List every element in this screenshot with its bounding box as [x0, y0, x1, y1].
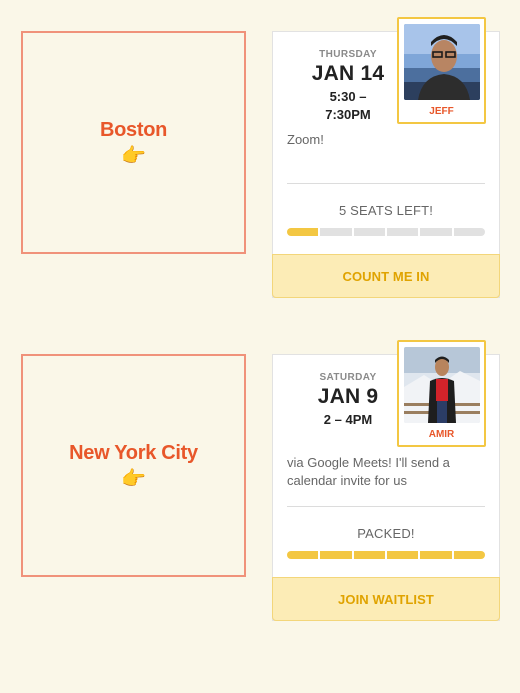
event-card-boston: THURSDAY JAN 14 5:30 – 7:30PM JEFF Zoom!… — [272, 17, 500, 298]
seat-segment — [287, 551, 319, 559]
event-card-new-york-city: SATURDAY JAN 9 2 – 4PM AMIR via Google M… — [272, 340, 500, 621]
date-block: THURSDAY JAN 14 5:30 – 7:30PM — [293, 49, 403, 124]
divider — [287, 506, 485, 507]
seat-progress-bar — [287, 551, 485, 559]
event-weekday: SATURDAY — [319, 372, 377, 383]
seat-segment — [287, 228, 319, 236]
seat-segment — [420, 551, 452, 559]
city-name: Boston — [99, 119, 168, 141]
host-name: JEFF — [429, 106, 454, 117]
seat-segment — [320, 551, 352, 559]
host-avatar — [404, 347, 480, 423]
seat-segment — [320, 228, 352, 236]
date-block: SATURDAY JAN 9 2 – 4PM — [293, 372, 403, 429]
event-date: JAN 14 — [311, 62, 385, 85]
city-name: New York City — [69, 442, 198, 464]
event-time: 2 – 4PM — [323, 412, 373, 427]
seat-segment — [453, 551, 485, 559]
event-weekday: THURSDAY — [319, 49, 377, 60]
join-waitlist-button[interactable]: JOIN WAITLIST — [272, 577, 500, 621]
seats-status: PACKED! — [357, 526, 415, 541]
host-avatar — [404, 24, 480, 100]
seat-progress-bar — [287, 228, 485, 236]
seat-segment — [386, 551, 419, 559]
city-box-boston: Boston 👉 — [21, 31, 246, 254]
pointing-hand-icon: 👉 — [121, 468, 146, 490]
divider — [287, 183, 485, 184]
event-location: via Google Meets! I'll send a calendar i… — [287, 455, 450, 488]
seat-segment — [453, 228, 485, 236]
event-location: Zoom! — [287, 132, 324, 147]
city-box-new-york-city: New York City 👉 — [21, 354, 246, 577]
event-date: JAN 9 — [317, 385, 379, 408]
seat-segment — [353, 228, 385, 236]
seats-status: 5 SEATS LEFT! — [338, 203, 434, 218]
count-me-in-button[interactable]: COUNT ME IN — [272, 254, 500, 298]
pointing-hand-icon: 👉 — [121, 145, 146, 167]
card-header: SATURDAY JAN 9 2 – 4PM AMIR — [273, 340, 499, 454]
seat-segment — [420, 228, 452, 236]
seat-segment — [353, 551, 385, 559]
host-card: AMIR — [397, 340, 486, 447]
card-header: THURSDAY JAN 14 5:30 – 7:30PM JEFF — [273, 17, 499, 131]
host-card: JEFF — [397, 17, 486, 124]
seat-segment — [386, 228, 419, 236]
event-time: 5:30 – 7:30PM — [325, 89, 371, 122]
host-name: AMIR — [428, 429, 455, 440]
